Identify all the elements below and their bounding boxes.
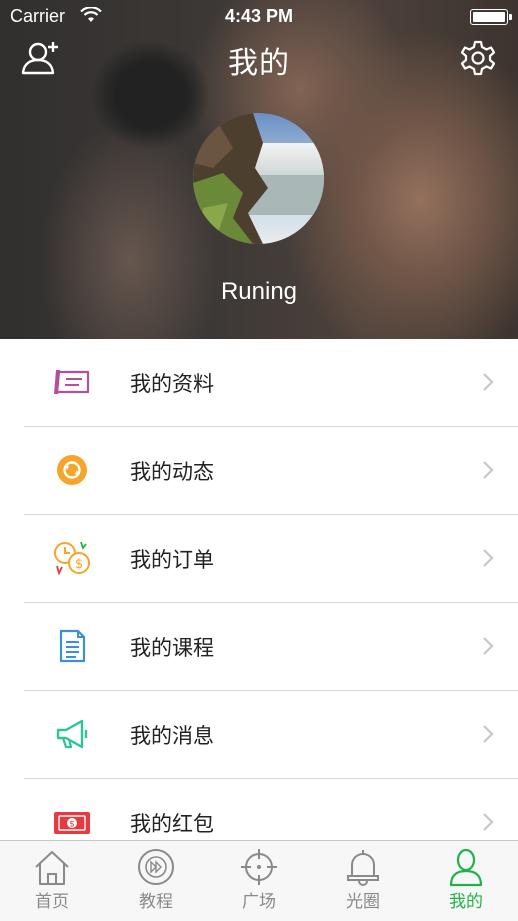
chevron-right-icon: [483, 725, 494, 743]
battery-icon: [470, 9, 512, 25]
tab-mine[interactable]: 我的: [414, 841, 518, 921]
tab-square[interactable]: 广场: [207, 841, 311, 921]
tab-home[interactable]: 首页: [0, 841, 104, 921]
home-icon: [35, 851, 69, 885]
menu-item-activity[interactable]: 我的动态: [24, 427, 518, 515]
tab-label: 光圈: [346, 892, 380, 912]
username: Runing: [220, 278, 298, 305]
tab-label: 广场: [242, 892, 276, 912]
profile-menu-list: 我的资料 我的动态 $ 我的订单 我的课程 我的消息 $ 我的红包: [0, 339, 518, 867]
menu-item-messages[interactable]: 我的消息: [24, 691, 518, 779]
status-bar: Carrier 4:43 PM: [0, 0, 518, 34]
tab-bar: 首页 教程 广场 光圈 我的: [0, 840, 518, 921]
tab-tutorials[interactable]: 教程: [104, 841, 208, 921]
tab-label: 我的: [449, 892, 483, 912]
order-clock-dollar-icon: $: [54, 541, 90, 576]
menu-item-label: 我的订单: [130, 548, 214, 572]
menu-item-label: 我的课程: [130, 636, 214, 660]
menu-item-orders[interactable]: $ 我的订单: [24, 515, 518, 603]
course-document-icon: [59, 629, 86, 663]
red-packet-icon: $: [54, 812, 90, 834]
gear-icon[interactable]: [458, 38, 498, 78]
avatar-image: [193, 113, 324, 244]
tab-label: 首页: [35, 892, 69, 912]
tab-circle[interactable]: 光圈: [311, 841, 415, 921]
crosshair-icon: [241, 849, 277, 885]
bell-icon: [347, 850, 379, 886]
tab-label: 教程: [139, 892, 173, 912]
menu-item-label: 我的消息: [130, 724, 214, 748]
activity-icon: [57, 455, 87, 485]
chevron-right-icon: [483, 373, 494, 391]
svg-text:$: $: [75, 557, 83, 572]
chevron-right-icon: [483, 637, 494, 655]
menu-item-label: 我的资料: [130, 372, 214, 396]
chevron-right-icon: [483, 813, 494, 831]
megaphone-icon: [56, 719, 88, 749]
avatar[interactable]: [193, 113, 324, 244]
page-title: 我的: [228, 46, 290, 81]
play-forward-icon: [138, 849, 174, 885]
person-icon: [449, 848, 483, 887]
menu-item-label: 我的红包: [130, 812, 214, 836]
menu-item-label: 我的动态: [130, 460, 214, 484]
profile-card-icon: [54, 370, 90, 394]
menu-item-profile[interactable]: 我的资料: [24, 339, 518, 427]
chevron-right-icon: [483, 549, 494, 567]
svg-text:$: $: [69, 820, 75, 830]
chevron-right-icon: [483, 461, 494, 479]
clock: 4:43 PM: [224, 6, 294, 26]
menu-item-courses[interactable]: 我的课程: [24, 603, 518, 691]
